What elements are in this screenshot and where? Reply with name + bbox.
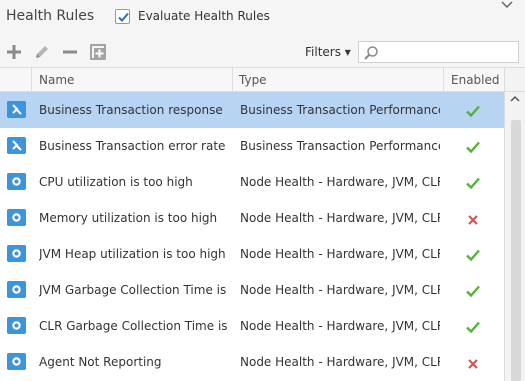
checkmark-icon: [118, 12, 129, 22]
enabled-check-icon: [466, 141, 480, 154]
table-row[interactable]: Memory utilization is too high Node Healt…: [0, 200, 504, 236]
node-health-icon: [7, 209, 26, 226]
table-row[interactable]: Business Transaction error rate is Busine…: [0, 128, 504, 164]
page-title: Health Rules: [6, 8, 95, 24]
table-row[interactable]: CLR Garbage Collection Time is Node Healt…: [0, 308, 504, 344]
rule-type: Node Health - Hardware, JVM, CLR: [240, 283, 440, 297]
rule-name: Business Transaction response: [39, 103, 223, 117]
column-divider: [443, 68, 444, 92]
vertical-scrollbar[interactable]: [504, 92, 525, 381]
scrollbar-thumb[interactable]: [511, 120, 521, 381]
rule-name: Memory utilization is too high: [39, 211, 218, 225]
column-divider: [232, 68, 233, 92]
remove-icon[interactable]: [61, 43, 79, 61]
rule-type: Business Transaction Performance: [240, 103, 440, 117]
disabled-x-icon: [468, 359, 478, 369]
scrollbar-header-gap: [504, 67, 525, 92]
rule-type: Node Health - Hardware, JVM, CLR: [240, 355, 440, 369]
enabled-check-icon: [466, 105, 480, 118]
enabled-check-icon: [466, 285, 480, 298]
table-row[interactable]: JVM Heap utilization is too high Node Hea…: [0, 236, 504, 272]
node-health-icon: [7, 173, 26, 190]
scroll-up-arrow-icon[interactable]: [509, 94, 521, 104]
evaluate-health-rules-checkbox[interactable]: [115, 9, 130, 24]
health-rules-table: Business Transaction response Business Tr…: [0, 92, 504, 381]
table-row[interactable]: CPU utilization is too high Node Health -…: [0, 164, 504, 200]
enabled-check-icon: [466, 249, 480, 262]
edit-pencil-icon[interactable]: [33, 43, 51, 61]
grid-header: Name Type Enabled: [0, 67, 504, 92]
duplicate-icon[interactable]: [89, 43, 107, 61]
evaluate-health-rules-label[interactable]: Evaluate Health Rules: [138, 9, 270, 23]
health-rules-header: Health Rules Evaluate Health Rules: [0, 0, 525, 34]
business-transaction-icon: [7, 137, 26, 154]
rule-name: CLR Garbage Collection Time is: [39, 319, 228, 333]
search-field[interactable]: [358, 41, 519, 63]
rule-name: Business Transaction error rate is: [39, 139, 229, 153]
column-header-name[interactable]: Name: [39, 73, 74, 87]
toolbar: Filters ▾: [0, 34, 525, 67]
rule-type: Node Health - Hardware, JVM, CLR: [240, 211, 440, 225]
filters-dropdown[interactable]: Filters ▾: [305, 45, 351, 59]
column-divider: [31, 68, 32, 92]
table-row[interactable]: JVM Garbage Collection Time is Node Healt…: [0, 272, 504, 308]
rule-type: Node Health - Hardware, JVM, CLR: [240, 319, 440, 333]
enabled-check-icon: [466, 177, 480, 190]
node-health-icon: [7, 353, 26, 370]
table-row[interactable]: Agent Not Reporting Node Health - Hardwar…: [0, 344, 504, 380]
rule-type: Node Health - Hardware, JVM, CLR: [240, 247, 440, 261]
enabled-check-icon: [466, 321, 480, 334]
search-icon: [364, 46, 378, 60]
rule-name: JVM Heap utilization is too high: [39, 247, 226, 261]
node-health-icon: [7, 281, 26, 298]
collapse-arrow-icon[interactable]: [500, 0, 514, 10]
table-row[interactable]: Business Transaction response Business Tr…: [0, 92, 504, 128]
rule-name: JVM Garbage Collection Time is: [39, 283, 227, 297]
node-health-icon: [7, 317, 26, 334]
node-health-icon: [7, 245, 26, 262]
rule-type: Business Transaction Performance: [240, 139, 440, 153]
business-transaction-icon: [7, 101, 26, 118]
column-header-type[interactable]: Type: [239, 73, 267, 87]
rule-type: Node Health - Hardware, JVM, CLR: [240, 175, 440, 189]
rule-name: CPU utilization is too high: [39, 175, 193, 189]
rule-name: Agent Not Reporting: [39, 355, 162, 369]
column-header-enabled[interactable]: Enabled: [451, 73, 500, 87]
add-icon[interactable]: [5, 43, 23, 61]
search-input[interactable]: [383, 44, 515, 60]
disabled-x-icon: [468, 215, 478, 225]
